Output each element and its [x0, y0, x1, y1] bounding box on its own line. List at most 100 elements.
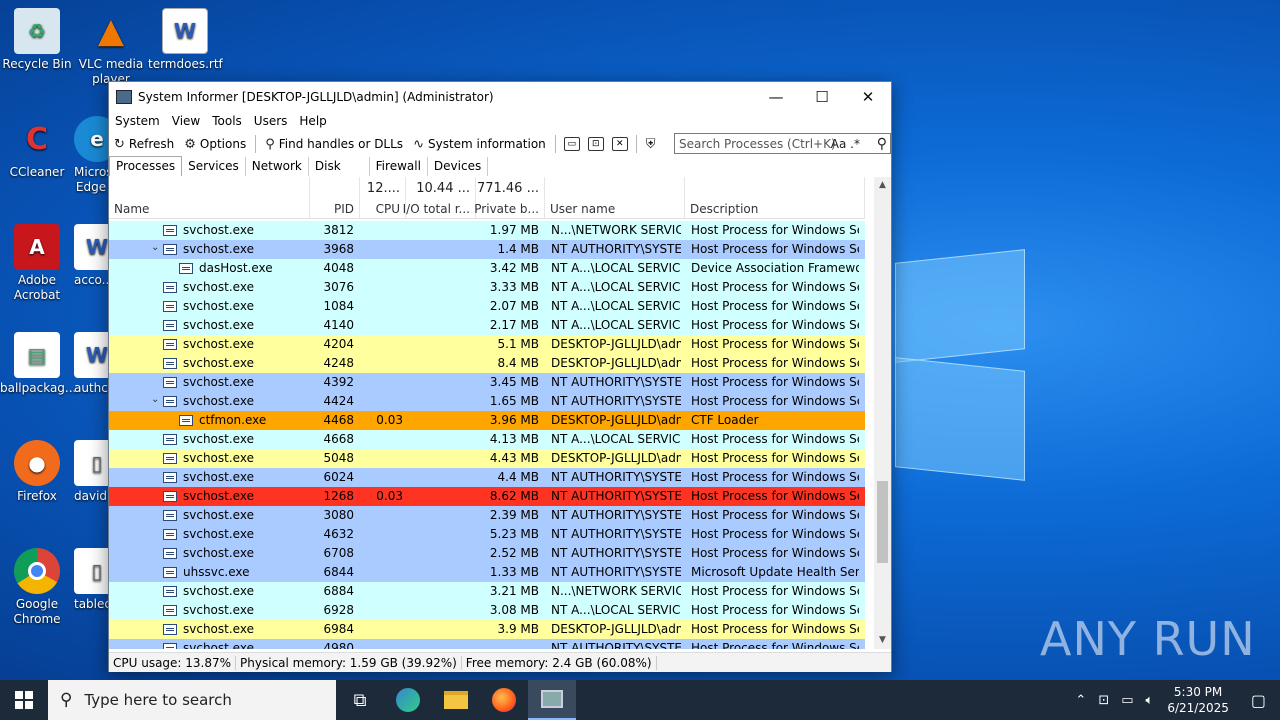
tree-expander-icon[interactable]: ⌄: [151, 394, 161, 405]
column-private-bytes[interactable]: 771.46 ... Private b...: [474, 177, 545, 219]
process-name: svchost.exe: [183, 546, 254, 560]
desktop-icon-vlc[interactable]: ▲ VLC media player: [74, 8, 148, 87]
process-row[interactable]: svchost.exe 6984 3.9 MB DESKTOP-JGLLJLD\adm…: [109, 620, 865, 639]
process-user: NT AUTHORITY\SYSTEM: [551, 394, 681, 408]
vertical-scrollbar[interactable]: ▲ ▼: [874, 177, 891, 649]
process-row[interactable]: svchost.exe 4632 5.23 MB NT AUTHORITY\SYSTE…: [109, 525, 865, 544]
tab-network[interactable]: Network: [246, 157, 309, 176]
column-io-total[interactable]: 10.44 ... I/O total r...: [403, 177, 476, 219]
process-row[interactable]: svchost.exe 5048 4.43 MB DESKTOP-JGLLJLD\ad…: [109, 449, 865, 468]
edge-icon[interactable]: [384, 680, 432, 720]
search-processes-input[interactable]: Search Processes (Ctrl+K) Aa .* ⚲: [674, 133, 891, 154]
process-row[interactable]: svchost.exe 4980 NT AUTHORITY\SYSTEM Host P…: [109, 639, 865, 649]
clock[interactable]: 5:30 PM 6/21/2025: [1159, 684, 1237, 716]
network-icon[interactable]: ▭: [1115, 693, 1139, 708]
process-icon: [163, 510, 177, 521]
tab-devices[interactable]: Devices: [428, 157, 489, 176]
firefox-icon[interactable]: [480, 680, 528, 720]
process-row[interactable]: svchost.exe 4248 8.4 MB DESKTOP-JGLLJLD\adm…: [109, 354, 865, 373]
desktop-icon-chrome[interactable]: Google Chrome: [0, 548, 74, 627]
firefox-icon: ●: [14, 440, 60, 486]
find-handles-button[interactable]: ⚲ Find handles or DLLs: [260, 137, 408, 152]
tab-disk[interactable]: Disk: [309, 157, 370, 176]
close-button[interactable]: ✕: [845, 82, 891, 111]
device-icon[interactable]: ⊡: [1092, 693, 1115, 708]
process-row[interactable]: ⌄ svchost.exe 4424 1.65 MB NT AUTHORITY\SYST…: [109, 392, 865, 411]
process-row[interactable]: ⌄ svchost.exe 3968 1.4 MB NT AUTHORITY\SYSTE…: [109, 240, 865, 259]
task-view-icon[interactable]: ⧉: [336, 680, 384, 720]
process-row[interactable]: ctfmon.exe 4468 0.03 3.96 MB DESKTOP-JGLLJLD…: [109, 411, 865, 430]
process-row[interactable]: svchost.exe 3080 2.39 MB NT AUTHORITY\SYSTE…: [109, 506, 865, 525]
process-row[interactable]: dasHost.exe 4048 3.42 MB NT A...\LOCAL SERV…: [109, 259, 865, 278]
process-private-bytes: 4.13 MB: [489, 432, 539, 446]
column-name[interactable]: Name: [109, 177, 310, 219]
process-row[interactable]: svchost.exe 6708 2.52 MB NT AUTHORITY\SYSTE…: [109, 544, 865, 563]
scroll-up-icon[interactable]: ▲: [874, 177, 891, 194]
shield-button[interactable]: ⛨: [641, 137, 665, 152]
system-informer-icon: [116, 89, 132, 104]
process-name: svchost.exe: [183, 641, 254, 649]
regex-toggle[interactable]: .*: [850, 137, 860, 151]
process-row[interactable]: svchost.exe 4140 2.17 MB NT A...\LOCAL SERV…: [109, 316, 865, 335]
tab-services[interactable]: Services: [182, 157, 246, 176]
chevron-up-icon[interactable]: ⌃: [1069, 693, 1092, 708]
menu-system[interactable]: System: [109, 114, 166, 128]
process-row[interactable]: svchost.exe 4392 3.45 MB NT AUTHORITY\SYSTE…: [109, 373, 865, 392]
menu-view[interactable]: View: [166, 114, 206, 128]
process-user: NT AUTHORITY\SYSTEM: [551, 565, 681, 579]
desktop-icon-firefox[interactable]: ● Firefox: [0, 440, 74, 504]
options-button[interactable]: ⚙ Options: [179, 137, 251, 152]
volume-icon[interactable]: 🔈︎: [1140, 693, 1160, 708]
desktop-icon-ccleaner[interactable]: C CCleaner: [0, 116, 74, 180]
refresh-button[interactable]: ↻ Refresh: [109, 137, 179, 152]
column-pid[interactable]: PID: [310, 177, 360, 219]
system-information-button[interactable]: ∿ System information: [408, 137, 551, 152]
column-user-name[interactable]: User name: [545, 177, 685, 219]
process-private-bytes: 1.33 MB: [489, 565, 539, 579]
find-window-icon[interactable]: ⊡: [587, 137, 604, 151]
desktop-icon-recycle-bin[interactable]: ♻ Recycle Bin: [0, 8, 74, 72]
desktop-icon-termdoes[interactable]: W termdoes.rtf: [148, 8, 223, 72]
column-cpu[interactable]: 12.... CPU: [360, 177, 406, 219]
process-row[interactable]: svchost.exe 3076 3.33 MB NT A...\LOCAL SERV…: [109, 278, 865, 297]
window-icon[interactable]: ▭: [563, 137, 580, 151]
notification-icon[interactable]: ▢: [1237, 691, 1280, 710]
desktop-icon-ballpackage[interactable]: ▤ ballpackag...: [0, 332, 76, 396]
process-row[interactable]: svchost.exe 6024 4.4 MB NT AUTHORITY\SYSTEM…: [109, 468, 865, 487]
close-window-icon[interactable]: ✕: [611, 137, 628, 151]
process-row[interactable]: svchost.exe 6928 3.08 MB NT A...\LOCAL SERV…: [109, 601, 865, 620]
process-row[interactable]: svchost.exe 1268 0.03 8.62 MB NT AUTHORITY\S…: [109, 487, 865, 506]
taskbar-search-box[interactable]: ⚲ Type here to search: [48, 680, 336, 720]
search-icon[interactable]: ⚲: [877, 136, 887, 152]
desktop-icon-edge[interactable]: e Microsoft Edge: [74, 116, 108, 195]
process-row[interactable]: svchost.exe 4668 4.13 MB NT A...\LOCAL SERV…: [109, 430, 865, 449]
menu-users[interactable]: Users: [248, 114, 294, 128]
process-row[interactable]: svchost.exe 3812 1.97 MB N...\NETWORK SERVI…: [109, 221, 865, 240]
scroll-down-icon[interactable]: ▼: [874, 632, 891, 649]
tab-processes[interactable]: Processes: [109, 156, 183, 176]
process-row[interactable]: uhssvc.exe 6844 1.33 MB NT AUTHORITY\SYSTEM…: [109, 563, 865, 582]
desktop-icon-acco[interactable]: W acco...: [74, 224, 108, 288]
desktop-icon-acrobat[interactable]: A Adobe Acrobat: [0, 224, 74, 303]
menu-help[interactable]: Help: [293, 114, 332, 128]
process-row[interactable]: svchost.exe 6884 3.21 MB N...\NETWORK SERVI…: [109, 582, 865, 601]
maximize-button[interactable]: ☐: [799, 82, 845, 111]
file-explorer-icon[interactable]: [432, 680, 480, 720]
scroll-thumb[interactable]: [877, 481, 888, 563]
process-description: Host Process for Windows Ser...: [691, 432, 859, 446]
minimize-button[interactable]: —: [753, 82, 799, 111]
column-description[interactable]: Description: [685, 177, 865, 219]
desktop-icon-tablec[interactable]: ▯ tablec...: [74, 548, 108, 612]
menu-tools[interactable]: Tools: [206, 114, 248, 128]
system-informer-taskbar-icon[interactable]: [528, 680, 576, 720]
title-bar[interactable]: System Informer [DESKTOP-JGLLJLD\admin] …: [109, 82, 891, 111]
desktop-icon-authc[interactable]: W authc...: [74, 332, 108, 396]
case-sensitive-toggle[interactable]: Aa .*: [831, 137, 860, 151]
tree-expander-icon[interactable]: ⌄: [151, 242, 161, 253]
tab-firewall[interactable]: Firewall: [370, 157, 428, 176]
process-user: NT AUTHORITY\SYSTEM: [551, 489, 681, 503]
desktop-icon-david[interactable]: ▯ david...: [74, 440, 108, 504]
process-row[interactable]: svchost.exe 4204 5.1 MB DESKTOP-JGLLJLD\adm…: [109, 335, 865, 354]
process-row[interactable]: svchost.exe 1084 2.07 MB NT A...\LOCAL SERV…: [109, 297, 865, 316]
start-button[interactable]: [0, 680, 48, 720]
